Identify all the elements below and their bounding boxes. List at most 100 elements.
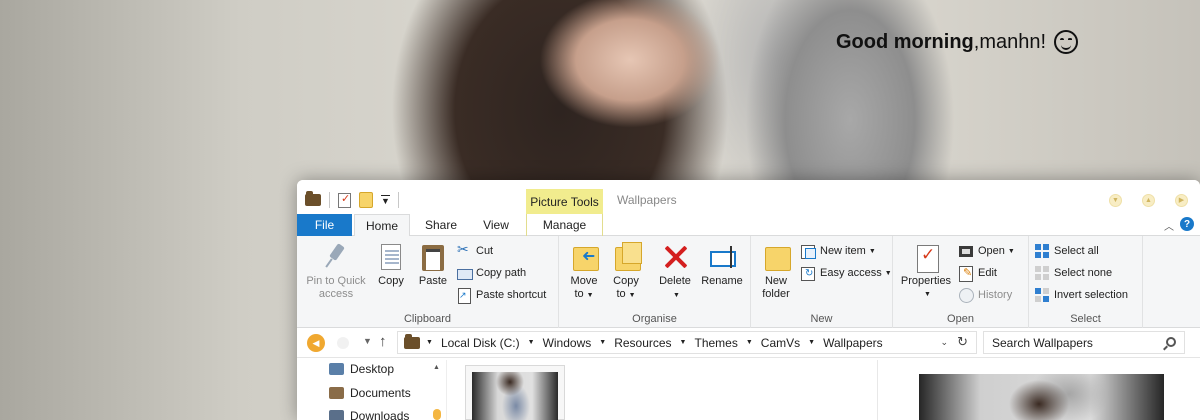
move-to-folder-icon [570, 242, 599, 272]
title-bar[interactable]: ▼ Picture Tools Wallpapers ▼ ▲ ▶ [297, 180, 1200, 215]
history-button[interactable]: History [959, 288, 1012, 303]
cut-button[interactable]: Cut [457, 241, 494, 258]
properties-button[interactable]: Properties ▼ [897, 242, 955, 301]
delete-label-line1: Delete [659, 275, 691, 287]
paste-label: Paste [418, 275, 448, 287]
scrollbar-thumb[interactable] [433, 409, 441, 420]
move-to-label-line2: to ▼ [574, 288, 593, 302]
copy-to-label-to: to [616, 288, 626, 300]
chevron-down-icon[interactable]: ▼ [599, 339, 606, 346]
select-all-button[interactable]: Select all [1035, 244, 1099, 258]
copy-icon [377, 242, 405, 272]
select-all-label: Select all [1054, 245, 1099, 257]
tab-view[interactable]: View [470, 214, 522, 236]
breadcrumb-wallpapers[interactable]: Wallpapers [823, 336, 883, 350]
copy-to-label-line1: Copy [613, 275, 639, 287]
select-none-button[interactable]: Select none [1035, 266, 1112, 280]
breadcrumb-windows[interactable]: Windows ▼ [543, 336, 607, 350]
ribbon-group-clipboard: Pin to Quick access Copy Paste Cut Copy … [297, 236, 559, 328]
window-title: Wallpapers [617, 193, 677, 207]
nav-item-label: Downloads [350, 409, 410, 420]
content-area: Desktop Documents Downloads ▲ [297, 360, 1200, 420]
copy-button[interactable]: Copy [373, 242, 409, 288]
nav-item-downloads[interactable]: Downloads [329, 409, 409, 420]
breadcrumb-camvs[interactable]: CamVs ▼ [761, 336, 815, 350]
tab-share[interactable]: Share [412, 214, 470, 236]
breadcrumb-local-disk[interactable]: Local Disk (C:) ▼ [441, 336, 535, 350]
paste-button[interactable]: Paste [415, 242, 451, 288]
documents-folder-icon [329, 387, 344, 399]
back-arrow-icon[interactable]: ◀ [307, 334, 325, 352]
maximize-icon[interactable]: ▲ [1142, 194, 1155, 207]
search-input[interactable]: Search Wallpapers [983, 331, 1185, 354]
pin-label-line1: Pin to Quick [306, 275, 366, 287]
move-to-button[interactable]: Move to▼ [567, 242, 601, 302]
nav-item-desktop[interactable]: Desktop [329, 362, 394, 376]
copy-to-button[interactable]: Copy to ▼ [609, 242, 643, 302]
chevron-down-icon[interactable]: ▼ [426, 339, 433, 346]
folder-icon [404, 333, 420, 349]
collapse-ribbon-chevron-up-icon[interactable]: ︿ [1164, 218, 1174, 233]
delete-label-line2: ▼ [670, 288, 680, 302]
new-item-icon [801, 244, 816, 259]
close-icon[interactable]: ▶ [1175, 194, 1188, 207]
invert-selection-button[interactable]: Invert selection [1035, 288, 1128, 302]
address-bar[interactable]: ▼ Local Disk (C:) ▼ Windows ▼ Resources ▼ T… [397, 331, 977, 354]
select-none-icon [1035, 266, 1049, 280]
ribbon-group-select: Select all Select none Invert selection … [1029, 236, 1143, 328]
nav-item-documents[interactable]: Documents [329, 386, 411, 400]
pane-divider[interactable] [877, 360, 878, 420]
downloads-folder-icon [329, 410, 344, 420]
forward-arrow-icon[interactable] [337, 337, 349, 349]
chevron-down-icon[interactable]: ▼ [528, 339, 535, 346]
folder-icon[interactable] [305, 191, 321, 206]
chevron-down-icon[interactable]: ▼ [746, 339, 753, 346]
refresh-icon[interactable]: ↻ [957, 334, 968, 350]
quick-access-toolbar: ▼ [305, 191, 399, 208]
breadcrumb-themes[interactable]: Themes ▼ [694, 336, 752, 350]
preview-image [919, 374, 1164, 420]
chevron-down-icon: ▼ [673, 292, 680, 299]
tab-manage[interactable]: Manage [526, 214, 603, 236]
chevron-down-icon[interactable]: ▼ [680, 339, 687, 346]
breadcrumb-resources[interactable]: Resources ▼ [614, 336, 686, 350]
easy-access-icon [801, 266, 815, 281]
chevron-down-icon[interactable]: ▼ [808, 339, 815, 346]
greeting-user: ,manhn! [973, 30, 1047, 53]
cut-label: Cut [476, 245, 494, 257]
customize-toolbar-chevron-down-icon[interactable]: ▼ [381, 195, 390, 206]
scroll-up-arrow-icon[interactable]: ▲ [433, 364, 440, 371]
minimize-icon[interactable]: ▼ [1109, 194, 1122, 207]
copy-path-button[interactable]: Copy path [457, 266, 526, 280]
nav-pane-scrollbar[interactable]: ▲ [431, 360, 443, 420]
new-folder-icon[interactable] [359, 192, 373, 208]
breadcrumb-label: Local Disk (C:) [440, 335, 520, 350]
new-folder-button[interactable]: New folder [757, 242, 795, 301]
properties-icon[interactable] [338, 192, 351, 208]
file-item-wallpaper[interactable] [465, 365, 565, 420]
paste-shortcut-button[interactable]: Paste shortcut [457, 288, 546, 304]
properties-label: Properties [900, 275, 952, 287]
tab-file[interactable]: File [297, 214, 352, 236]
recent-locations-chevron-down-icon[interactable]: ▼ [363, 336, 372, 346]
new-folder-icon [762, 242, 791, 272]
easy-access-button[interactable]: Easy access ▼ [801, 266, 892, 281]
edit-button[interactable]: Edit [959, 266, 997, 282]
chevron-down-icon: ▼ [884, 269, 892, 277]
new-item-button[interactable]: New item ▼ [801, 244, 876, 259]
ribbon: Pin to Quick access Copy Paste Cut Copy … [297, 236, 1200, 328]
rename-button[interactable]: Rename [699, 242, 745, 288]
pin-to-quick-access-button[interactable]: Pin to Quick access [303, 242, 369, 301]
help-icon[interactable]: ? [1180, 217, 1194, 231]
invert-selection-label: Invert selection [1054, 289, 1128, 301]
copy-to-label-line2: to ▼ [616, 288, 635, 302]
search-icon[interactable] [1166, 337, 1176, 347]
open-button[interactable]: Open ▼ [959, 244, 1015, 258]
delete-button[interactable]: Delete ▼ [655, 242, 695, 302]
address-history-chevron-down-icon[interactable]: ⌄ [940, 337, 948, 348]
desktop-folder-icon [329, 363, 344, 375]
up-arrow-icon[interactable]: ↑ [379, 333, 387, 350]
tab-home[interactable]: Home [354, 214, 410, 237]
edit-label: Edit [978, 267, 997, 279]
navigation-pane: Desktop Documents Downloads ▲ [297, 360, 447, 420]
